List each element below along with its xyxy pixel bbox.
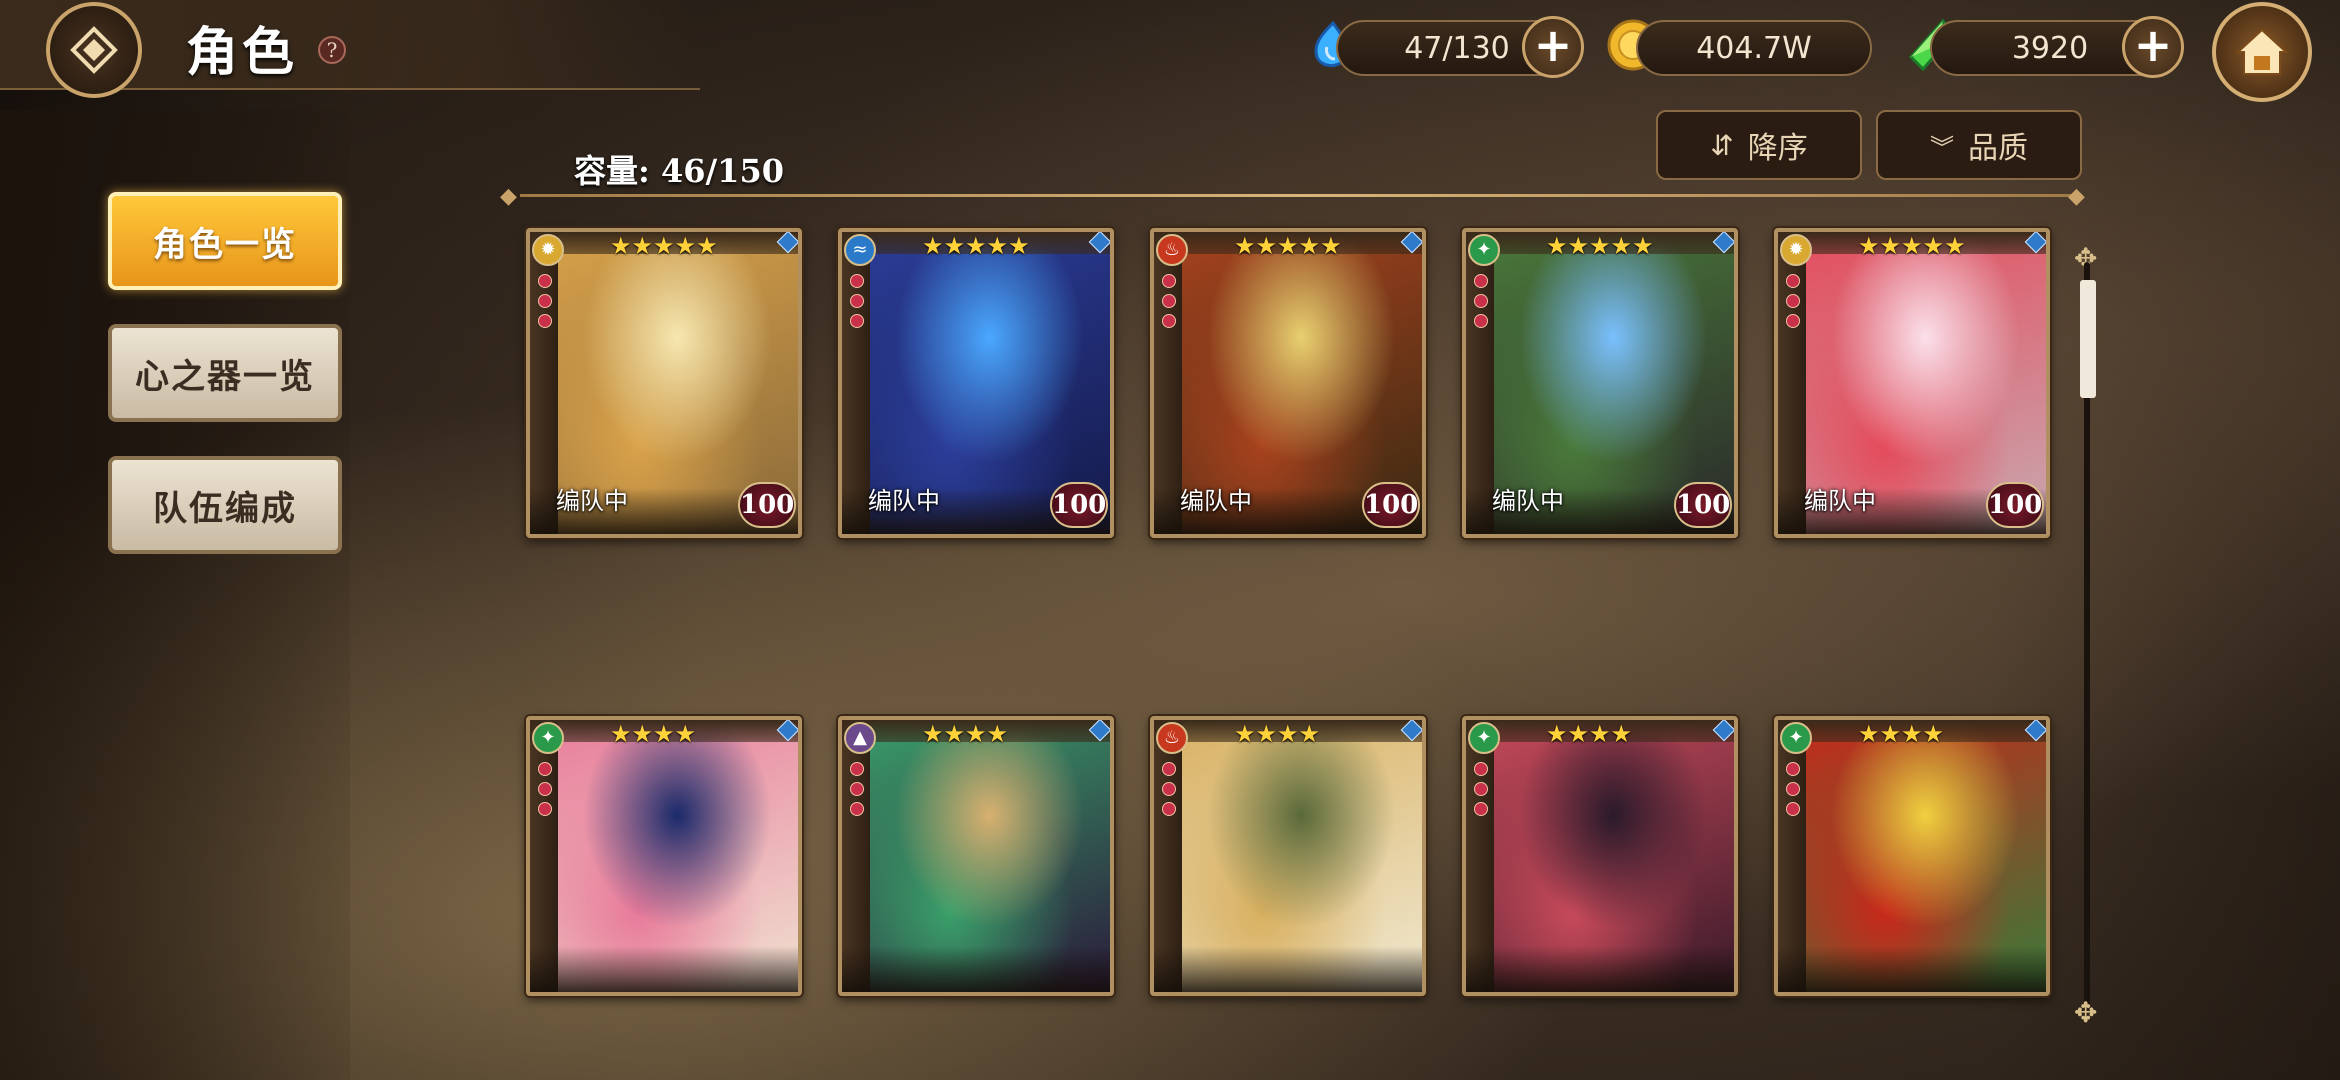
rank-gems [850,274,864,328]
scrollbar-thumb[interactable] [2080,280,2096,398]
tab-label: 角色一览 [153,224,297,265]
character-card[interactable]: ✦ ★★★★ [1462,716,1738,996]
divider [520,194,2080,197]
gold-value: 404.7W [1696,30,1812,66]
element-icon: ✹ [1780,234,1812,266]
element-icon: ♨ [1156,722,1188,754]
sort-icon: ⇵ [1710,128,1734,162]
in-team-tag: 编队中 [1804,487,1876,515]
scroll-ornament-bottom: ✥ [2074,996,2098,1029]
in-team-tag: 编队中 [868,487,940,515]
rarity-stars: ★★★★ [1234,720,1321,748]
add-gems-button[interactable]: + [2122,16,2184,78]
character-card[interactable]: ▲ ★★★★ [838,716,1114,996]
rank-gems [850,762,864,816]
card-bottom-shade [530,946,798,992]
gold-counter: 404.7W [1636,20,1872,76]
rank-gems [1474,762,1488,816]
rarity-stars: ★★★★ [922,720,1009,748]
tab-label: 心之器一览 [135,356,315,397]
quality-filter-button[interactable]: ︾ 品质 [1876,110,2082,180]
back-button[interactable] [46,2,142,98]
level-badge: 100 [1674,482,1732,528]
character-card[interactable]: ✦ ★★★★ [1774,716,2050,996]
stamina-value: 47/130 [1404,30,1510,66]
element-icon: ♨ [1156,234,1188,266]
in-team-tag: 编队中 [1492,487,1564,515]
rank-gems [1786,274,1800,328]
character-card[interactable]: ✹ ★★★★★ 编队中 100 [1774,228,2050,538]
element-icon: ≈ [844,234,876,266]
rarity-stars: ★★★★★ [922,232,1030,260]
rarity-stars: ★★★★ [1858,720,1945,748]
divider-ornament-left: ◆ [500,184,517,209]
help-icon[interactable]: ? [318,36,346,64]
card-bottom-shade [1778,946,2046,992]
rank-gems [538,762,552,816]
rank-gems [1474,274,1488,328]
rarity-stars: ★★★★★ [1858,232,1966,260]
level-badge: 100 [1362,482,1420,528]
sort-button[interactable]: ⇵ 降序 [1656,110,1862,180]
home-icon [2235,28,2289,75]
character-card[interactable]: ♨ ★★★★★ 编队中 100 [1150,228,1426,538]
level-badge: 100 [1050,482,1108,528]
tab-label: 队伍编成 [153,488,297,529]
card-bottom-shade [1154,946,1422,992]
element-icon: ✦ [1468,234,1500,266]
filter-label: 品质 [1968,131,2028,166]
card-bottom-shade [842,946,1110,992]
rank-gems [1162,762,1176,816]
character-card[interactable]: ✦ ★★★★★ 编队中 100 [1462,228,1738,538]
level-badge: 100 [738,482,796,528]
element-icon: ▲ [844,722,876,754]
gems-value: 3920 [2011,30,2089,66]
rarity-stars: ★★★★ [1546,720,1633,748]
element-icon: ✦ [1468,722,1500,754]
character-card[interactable]: ♨ ★★★★ [1150,716,1426,996]
page-title: 角色 [186,22,299,83]
rarity-stars: ★★★★ [610,720,697,748]
character-card[interactable]: ≈ ★★★★★ 编队中 100 [838,228,1114,538]
home-button[interactable] [2212,2,2312,102]
chevron-down-icon: ︾ [1930,133,1954,162]
character-card[interactable]: ✹ ★★★★★ 编队中 100 [526,228,802,538]
add-stamina-button[interactable]: + [1522,16,1584,78]
sort-label: 降序 [1747,131,1808,166]
level-badge: 100 [1986,482,2044,528]
in-team-tag: 编队中 [1180,487,1252,515]
element-icon: ✦ [1780,722,1812,754]
in-team-tag: 编队中 [556,487,628,515]
tab-team-formation[interactable]: 队伍编成 [108,456,342,554]
rank-gems [538,274,552,328]
element-icon: ✦ [532,722,564,754]
rarity-stars: ★★★★★ [1546,232,1654,260]
rank-gems [1786,762,1800,816]
tab-character-list[interactable]: 角色一览 [108,192,342,290]
element-icon: ✹ [532,234,564,266]
capacity-label: 容量: 46/150 [574,152,784,190]
character-card[interactable]: ✦ ★★★★ [526,716,802,996]
rarity-stars: ★★★★★ [610,232,718,260]
tab-heart-vessel-list[interactable]: 心之器一览 [108,324,342,422]
diamond-back-icon [70,26,118,74]
card-bottom-shade [1466,946,1734,992]
rank-gems [1162,274,1176,328]
divider-ornament-right: ◆ [2068,184,2085,209]
rarity-stars: ★★★★★ [1234,232,1342,260]
